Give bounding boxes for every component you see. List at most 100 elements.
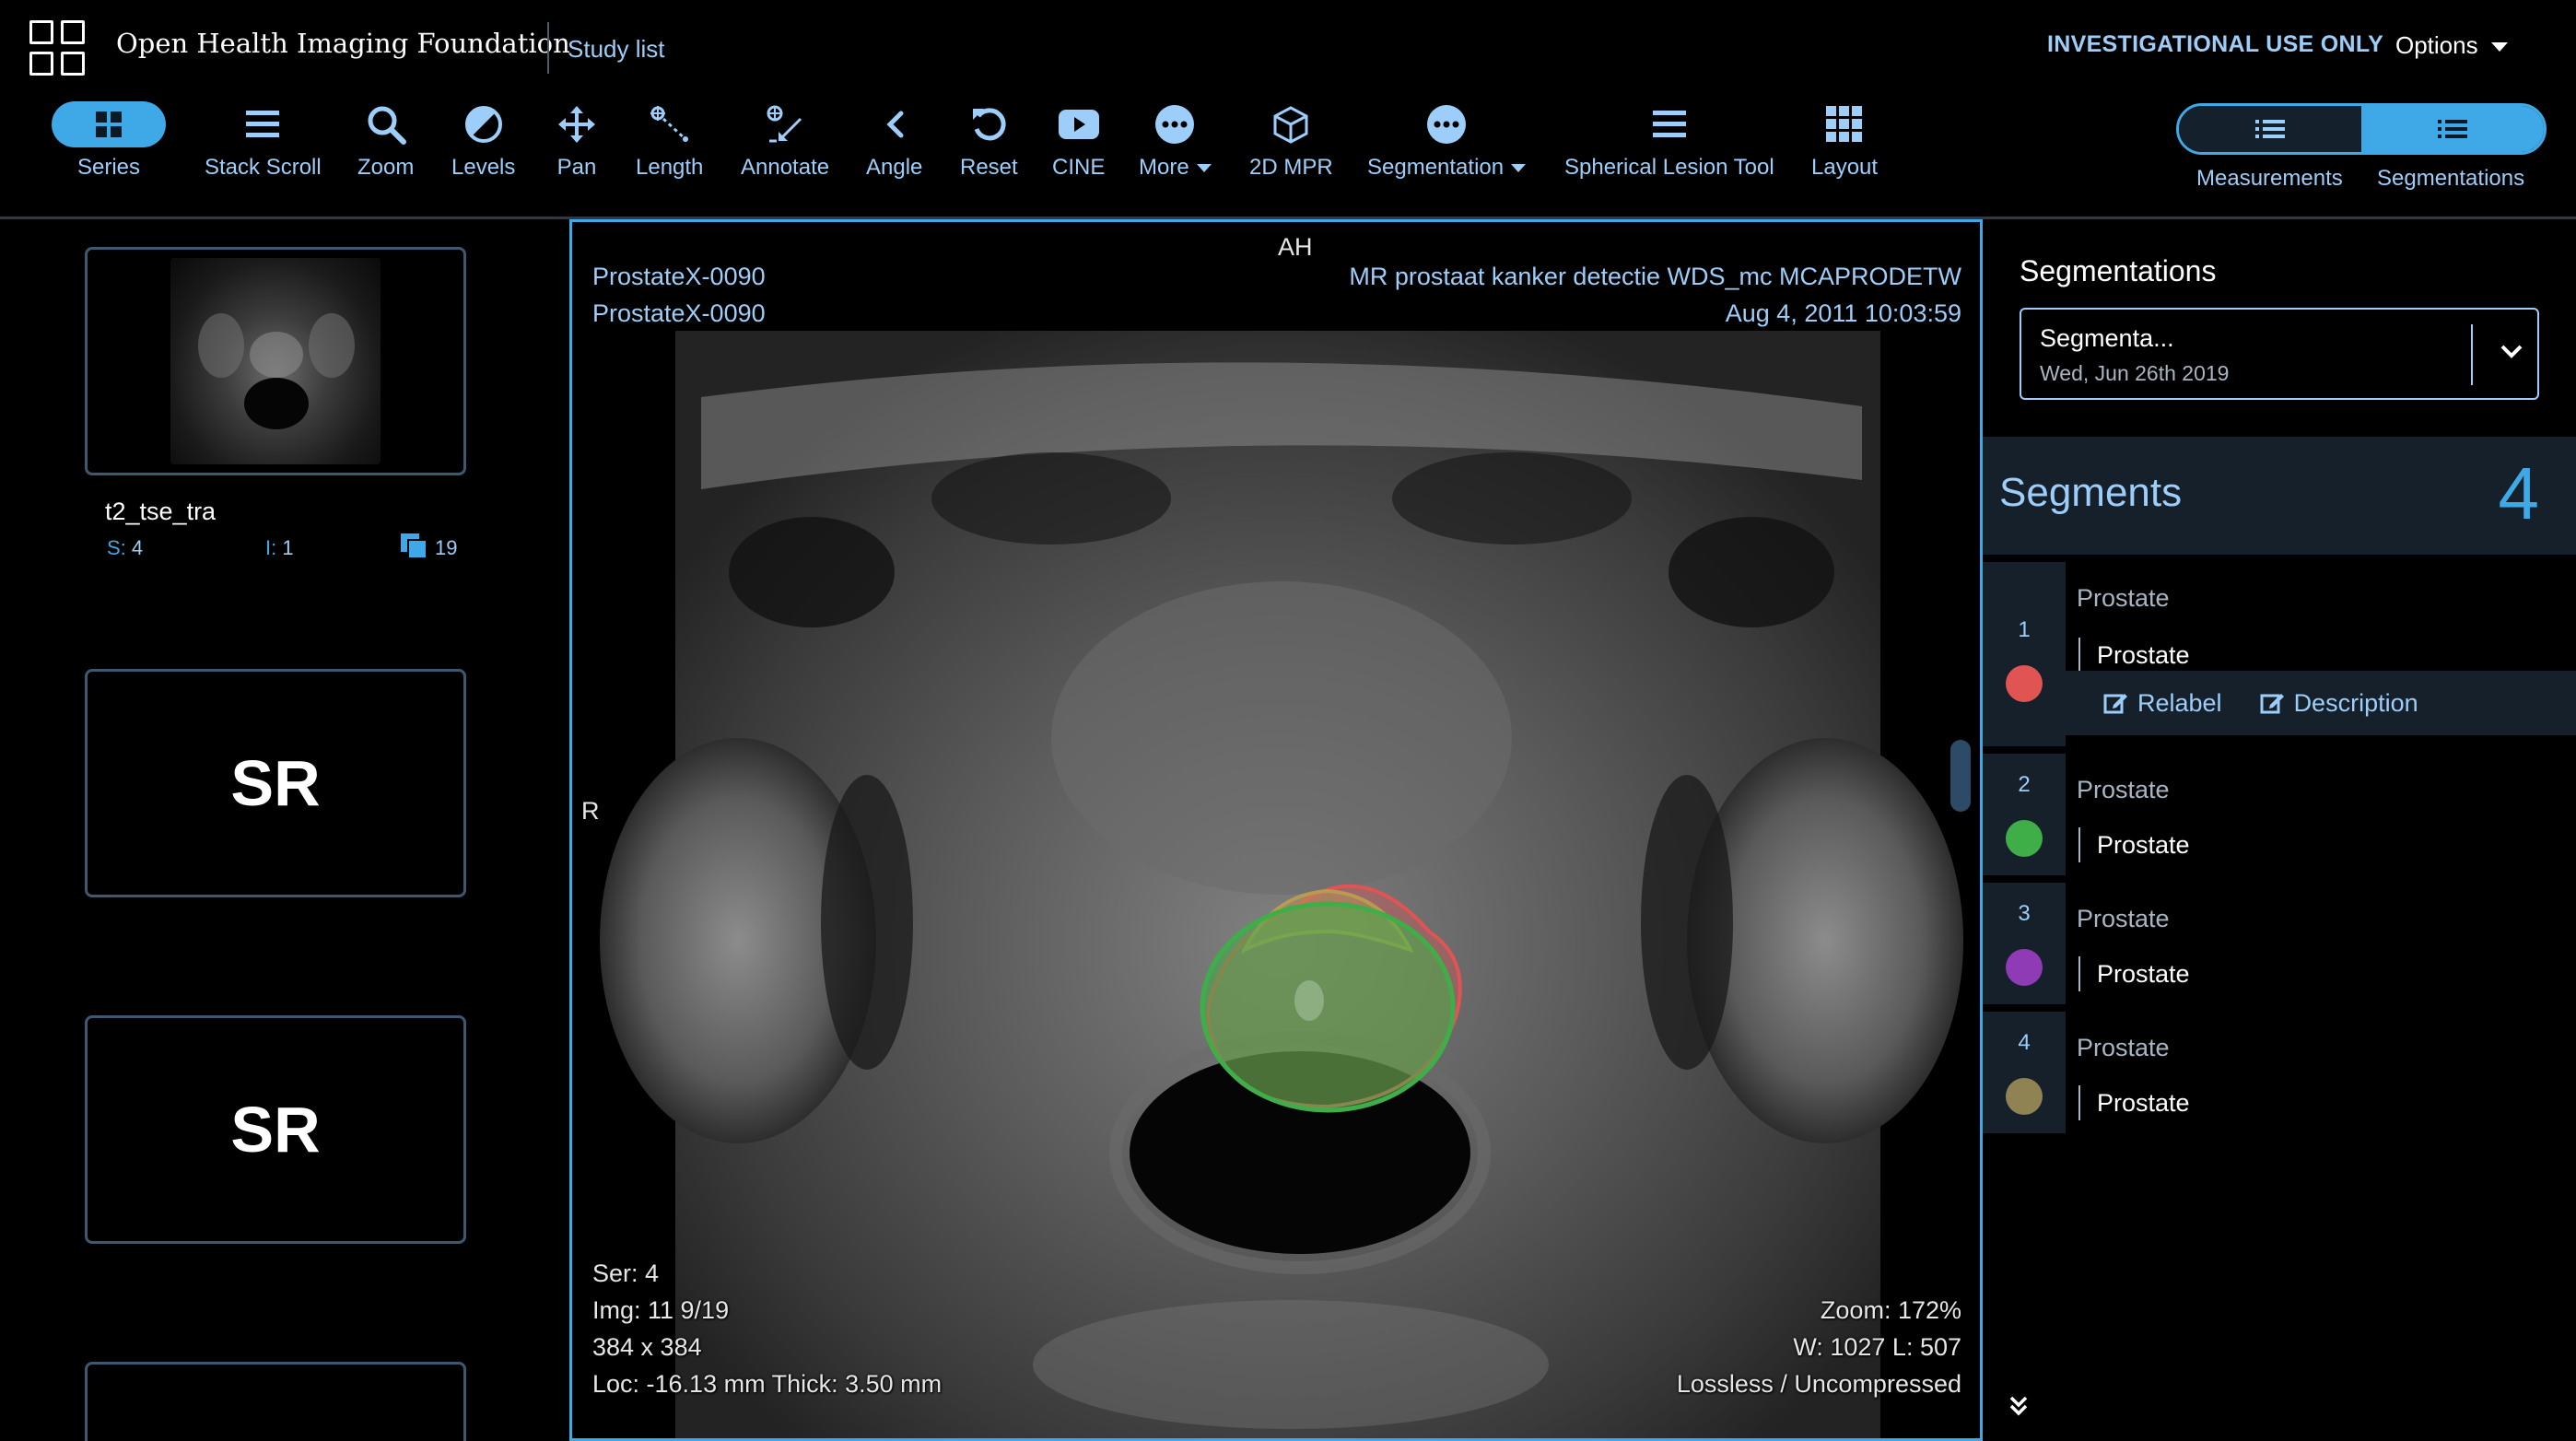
bars-icon <box>1651 100 1688 149</box>
segment-description: Prostate <box>2078 827 2190 862</box>
list-icon <box>2255 120 2285 138</box>
sr-thumbnail[interactable]: SR <box>85 1015 466 1244</box>
stack-scroll-label: Stack Scroll <box>205 155 322 180</box>
more-label: More <box>1139 155 1189 180</box>
reset-button[interactable]: Reset <box>960 100 1018 201</box>
image-index: Img: 11 9/19 <box>592 1296 730 1324</box>
series-number-value: 4 <box>131 536 144 559</box>
length-tool[interactable]: Length <box>636 100 703 201</box>
segments-label: Segments <box>1999 470 2183 515</box>
mpr-label: 2D MPR <box>1249 155 1333 180</box>
cine-button[interactable]: CINE <box>1052 100 1105 201</box>
spherical-lesion-tool[interactable]: Spherical Lesion Tool <box>1564 100 1774 201</box>
ruler-icon <box>649 100 691 149</box>
segment-actions: Relabel Description <box>2066 671 2576 735</box>
series-thumbnail[interactable] <box>85 247 466 475</box>
brand-title[interactable]: Open Health Imaging Foundation <box>116 28 570 59</box>
mpr-button[interactable]: 2D MPR <box>1249 100 1333 201</box>
image-scrollbar[interactable] <box>1950 740 1971 812</box>
patient-name: ProstateX-0090 <box>592 263 766 290</box>
annotate-tool[interactable]: Annotate <box>741 100 829 201</box>
sr-thumbnail[interactable]: SR <box>85 669 466 897</box>
segmentation-menu-button[interactable]: Segmentation <box>1367 100 1527 201</box>
slice-location: Loc: -16.13 mm Thick: 3.50 mm <box>592 1370 943 1398</box>
segment-label: Prostate <box>2077 1034 2170 1061</box>
patient-id: ProstateX-0090 <box>592 299 766 327</box>
series-thumbnail[interactable] <box>85 1362 466 1441</box>
study-date: Aug 4, 2011 10:03:59 <box>1725 299 1961 327</box>
annotate-arrow-icon <box>764 100 806 149</box>
segments-count: 4 <box>2498 452 2540 534</box>
segment-number: 2 <box>2018 772 2031 797</box>
options-label: Options <box>2395 31 2478 59</box>
search-icon <box>366 100 406 149</box>
layout-label: Layout <box>1811 155 1879 180</box>
grid-icon <box>52 101 166 147</box>
segment-number: 1 <box>2018 617 2031 642</box>
sr-modality-label: SR <box>230 1094 321 1166</box>
series-button[interactable]: Series <box>52 100 166 201</box>
sr-modality-label: SR <box>230 747 321 819</box>
layout-button[interactable]: Layout <box>1811 100 1878 201</box>
segment-item-2[interactable]: 2 Prostate Prostate <box>1983 754 2576 875</box>
segmentation-select[interactable]: Segmenta... Wed, Jun 26th 2019 <box>2020 308 2539 400</box>
caret-down-icon <box>1196 164 1212 173</box>
segment-label: Prostate <box>2077 776 2170 803</box>
double-chevron-down-icon[interactable] <box>2008 1395 2029 1417</box>
segment-label: Prostate <box>2077 905 2170 932</box>
image-viewport[interactable]: ProstateX-0090 ProstateX-0090 MR prostaa… <box>569 219 1983 1441</box>
length-label: Length <box>636 155 704 180</box>
header-divider <box>547 22 549 74</box>
stack-scroll-tool[interactable]: Stack Scroll <box>205 100 322 201</box>
mri-image <box>600 331 1963 1438</box>
instance-number-value: 1 <box>282 536 294 559</box>
segment-number: 4 <box>2018 1030 2031 1055</box>
measurements-label[interactable]: Measurements <box>2196 166 2343 192</box>
panel-toggle <box>2176 103 2547 155</box>
angle-label: Angle <box>866 155 923 180</box>
edit-icon <box>2103 694 2127 714</box>
segment-color-swatch[interactable] <box>2006 820 2043 857</box>
segmentations-label[interactable]: Segmentations <box>2377 166 2524 192</box>
segment-color-swatch[interactable] <box>2006 665 2043 702</box>
ohif-logo-icon[interactable] <box>29 20 87 77</box>
compression-info: Lossless / Uncompressed <box>1676 1370 1961 1398</box>
image-dimensions: 384 x 384 <box>592 1333 702 1361</box>
pan-tool[interactable]: Pan <box>556 100 597 201</box>
zoom-tool[interactable]: Zoom <box>357 100 414 201</box>
segmentation-label: Segmentation <box>1367 155 1505 180</box>
angle-tool[interactable]: Angle <box>866 100 922 201</box>
segment-color-swatch[interactable] <box>2006 949 2043 986</box>
segment-description: Prostate <box>2078 1085 2190 1120</box>
segment-item-4[interactable]: 4 Prostate Prostate <box>1983 1012 2576 1133</box>
study-list-link[interactable]: Study list <box>568 35 665 64</box>
image-count: 19 <box>400 533 457 560</box>
description-label: Description <box>2293 688 2418 717</box>
segment-index: 3 <box>1983 883 2066 1004</box>
segmentation-name: Segmenta... <box>2040 324 2174 352</box>
segment-color-swatch[interactable] <box>2006 1078 2043 1115</box>
levels-tool[interactable]: Levels <box>451 100 515 201</box>
description-button[interactable]: Description <box>2259 689 2418 718</box>
segments-header: Segments 4 <box>1983 437 2576 555</box>
segment-index: 2 <box>1983 754 2066 875</box>
orientation-left-marker: R <box>581 797 600 825</box>
segmentations-title: Segmentations <box>2020 254 2217 287</box>
segment-item-3[interactable]: 3 Prostate Prostate <box>1983 883 2576 1004</box>
more-dots-icon <box>1154 100 1195 149</box>
relabel-button[interactable]: Relabel <box>2102 689 2222 718</box>
segment-item-1[interactable]: 1 Prostate Prostate Relabel Description <box>1983 562 2576 746</box>
relabel-label: Relabel <box>2137 688 2222 717</box>
segment-label: Prostate <box>2077 584 2170 612</box>
measurements-toggle[interactable] <box>2179 106 2361 152</box>
caret-down-icon <box>2490 42 2508 53</box>
options-menu[interactable]: Options <box>2395 31 2508 60</box>
edit-icon <box>2260 694 2284 714</box>
play-icon <box>1058 100 1100 149</box>
image-count-value: 19 <box>435 536 458 559</box>
more-tools-button[interactable]: More <box>1139 100 1212 201</box>
segmentations-toggle[interactable] <box>2361 106 2544 152</box>
investigational-notice: INVESTIGATIONAL USE ONLY <box>2047 31 2384 57</box>
layout-grid-icon <box>1825 100 1864 149</box>
cine-label: CINE <box>1052 155 1106 180</box>
